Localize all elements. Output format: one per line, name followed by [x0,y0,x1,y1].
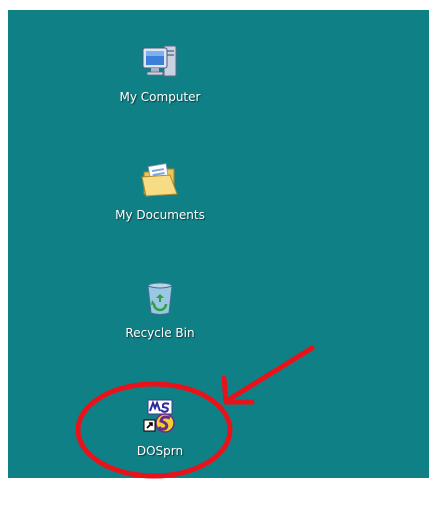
desktop-icon-label: DOSprn [136,444,184,458]
screenshot-frame: My Computer My Documents Recycle Bin DOS… [0,0,437,506]
desktop-icon-label: My Computer [119,90,201,104]
my-documents-icon [141,163,178,197]
recycle-bin-icon [147,282,173,315]
desktop-background[interactable]: My Computer My Documents Recycle Bin DOS… [8,10,429,478]
desktop-icon-label: Recycle Bin [125,326,195,340]
dosprn-shortcut-icon [143,399,175,433]
desktop-icon-label: My Documents [115,208,205,222]
my-computer-icon [142,45,177,77]
